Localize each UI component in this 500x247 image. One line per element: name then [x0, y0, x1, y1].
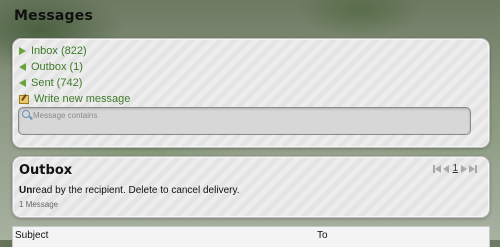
arrow-left-icon — [19, 79, 26, 87]
compose-icon — [19, 94, 29, 104]
folder-item-inbox[interactable]: Inbox (822) — [19, 43, 130, 59]
first-page-icon[interactable] — [433, 164, 442, 173]
column-header-subject[interactable]: Subject — [15, 230, 48, 241]
folder-label: Write new message — [34, 93, 131, 105]
folder-list: Inbox (822) Outbox (1) Sent (742) Write … — [19, 43, 130, 107]
column-header-to[interactable]: To — [317, 230, 328, 241]
prev-page-icon[interactable] — [443, 164, 450, 173]
outbox-panel: Outbox 1 Unread by the recipient. Delete… — [12, 156, 490, 218]
search-icon — [22, 110, 30, 118]
page-title: Messages — [14, 8, 93, 24]
message-search-box — [18, 107, 471, 135]
arrow-right-icon — [19, 47, 26, 55]
folder-label: Sent (742) — [31, 77, 83, 89]
folders-panel: Inbox (822) Outbox (1) Sent (742) Write … — [12, 38, 490, 148]
pager: 1 — [433, 163, 477, 174]
outbox-description: Unread by the recipient. Delete to cance… — [19, 185, 240, 196]
folder-label: Inbox (822) — [31, 45, 87, 57]
folder-item-outbox[interactable]: Outbox (1) — [19, 59, 130, 75]
messages-table-header: Subject To — [12, 226, 490, 247]
arrow-left-icon — [19, 63, 26, 71]
current-page-link[interactable]: 1 — [451, 163, 459, 174]
last-page-icon[interactable] — [469, 164, 477, 173]
message-search-input[interactable] — [33, 109, 463, 121]
outbox-title: Outbox — [19, 163, 73, 178]
description-text: read by the recipient. Delete to cancel … — [32, 185, 240, 196]
next-page-icon[interactable] — [461, 164, 467, 173]
write-new-message-link[interactable]: Write new message — [19, 91, 130, 107]
description-emphasis: Un — [19, 185, 33, 196]
folder-item-sent[interactable]: Sent (742) — [19, 75, 130, 91]
message-count: 1 Message — [19, 200, 59, 209]
folder-label: Outbox (1) — [31, 61, 83, 73]
